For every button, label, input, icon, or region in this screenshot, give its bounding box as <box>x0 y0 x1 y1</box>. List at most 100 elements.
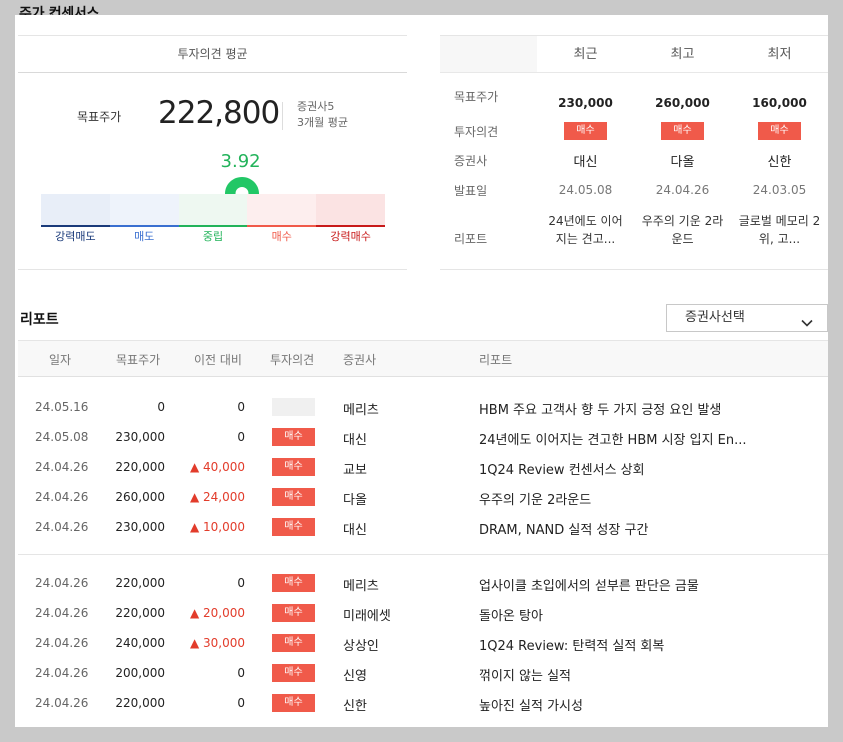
column-low: 최저 <box>731 36 828 73</box>
buy-badge: 매수 <box>272 518 315 536</box>
row-label-date: 발표일 <box>454 184 488 198</box>
scale-label: 매수 <box>271 230 292 243</box>
table-row[interactable]: 24.04.26 240,000 ▲ 30,000 매수 상상인 1Q24 Review:… <box>18 628 828 658</box>
row-broker: 대신 <box>343 433 367 448</box>
table-row[interactable]: 24.04.26 220,000 0 매수 메리츠 업사이클 초입에서의 섣부른 판단은 … <box>18 568 828 598</box>
row-broker: 상상인 <box>343 639 379 654</box>
row-prev-change: ▲ 20,000 <box>189 606 245 620</box>
divider <box>18 269 407 270</box>
row-label-broker: 증권사 <box>454 154 488 168</box>
row-broker: 신한 <box>343 699 367 714</box>
buy-badge: 매수 <box>272 458 315 476</box>
divider <box>282 102 283 130</box>
scale-segment <box>109 194 179 227</box>
low-report-link[interactable]: 글로벌 메모리 2위, 고... <box>731 212 828 248</box>
row-report-link[interactable]: 돌아온 탕아 <box>479 605 543 624</box>
divider <box>18 554 828 555</box>
row-opinion: 매수 <box>272 604 315 622</box>
table-row[interactable]: 24.05.16 0 0 메리츠 HBM 주요 고객사 향 두 가지 긍정 요인 발생 <box>18 392 828 422</box>
high-target-price: 260,000 <box>655 96 710 110</box>
buy-badge: 매수 <box>758 122 801 140</box>
table-row[interactable]: 24.04.26 200,000 0 매수 신영 꺾이지 않는 실적 <box>18 658 828 688</box>
high-opinion: 매수 <box>634 122 731 140</box>
row-broker: 미래에셋 <box>343 609 391 624</box>
low-broker: 신한 <box>767 155 792 170</box>
column-recent: 최근 <box>537 36 634 73</box>
opinion-scale <box>41 194 385 227</box>
high-report-link[interactable]: 우주의 기운 2라운드 <box>634 212 731 248</box>
col-report: 리포트 <box>479 353 513 367</box>
col-date: 일자 <box>49 353 72 367</box>
buy-badge: 매수 <box>661 122 704 140</box>
broker-count: 증권사5 <box>297 100 335 113</box>
row-report-link[interactable]: 1Q24 Review 컨센서스 상회 <box>479 459 645 478</box>
row-broker: 메리츠 <box>343 403 379 418</box>
buy-badge: 매수 <box>272 428 315 446</box>
row-report-link[interactable]: HBM 주요 고객사 향 두 가지 긍정 요인 발생 <box>479 399 721 418</box>
recent-target-price: 230,000 <box>558 96 613 110</box>
row-report-link[interactable]: 꺾이지 않는 실적 <box>479 665 571 684</box>
buy-badge: 매수 <box>272 694 315 712</box>
row-prev-change: 0 <box>237 576 245 590</box>
broker-select[interactable]: 증권사선택 <box>666 304 828 332</box>
row-opinion: 매수 <box>272 458 315 476</box>
col-prev: 이전 대비 <box>194 353 242 367</box>
buy-badge: 매수 <box>272 574 315 592</box>
target-price-meta: 증권사5 3개월 평균 <box>297 99 348 131</box>
table-row[interactable]: 24.04.26 260,000 ▲ 24,000 매수 다올 우주의 기운 2라운드 <box>18 482 828 512</box>
scale-label: 강력매수 <box>330 230 371 243</box>
row-broker: 교보 <box>343 463 367 478</box>
reports-title: 리포트 <box>20 312 59 328</box>
row-prev-change: ▲ 24,000 <box>189 490 245 504</box>
scale-segment <box>247 194 317 227</box>
row-broker: 대신 <box>343 523 367 538</box>
scale-segment <box>41 194 110 227</box>
row-broker: 다올 <box>343 493 367 508</box>
buy-badge: 매수 <box>272 488 315 506</box>
scale-label: 중립 <box>202 230 224 243</box>
table-row[interactable]: 24.04.26 230,000 ▲ 10,000 매수 대신 DRAM, NAND 실적… <box>18 512 828 542</box>
row-prev-change: ▲ 30,000 <box>189 636 245 650</box>
consensus-card: 투자의견 평균 목표주가 222,800 증권사5 3개월 평균 3.92 강력… <box>15 15 828 727</box>
table-row[interactable]: 24.04.26 220,000 0 매수 신한 높아진 실적 가시성 <box>18 688 828 718</box>
recent-broker: 대신 <box>573 155 598 170</box>
row-broker: 신영 <box>343 669 367 684</box>
buy-badge: 매수 <box>272 604 315 622</box>
buy-badge: 매수 <box>272 664 315 682</box>
broker-select-label: 증권사선택 <box>685 310 745 325</box>
row-report-link[interactable]: 높아진 실적 가시성 <box>479 695 583 714</box>
low-target-price: 160,000 <box>752 96 807 110</box>
high-date: 24.04.26 <box>655 183 710 197</box>
scale-label: 매도 <box>134 230 155 243</box>
row-opinion: 매수 <box>272 428 315 446</box>
average-period: 3개월 평균 <box>297 116 348 129</box>
row-prev-change: 0 <box>237 666 245 680</box>
low-date: 24.03.05 <box>752 183 807 197</box>
scale-label: 강력매도 <box>55 230 96 243</box>
row-prev-change: ▲ 40,000 <box>189 460 245 474</box>
row-broker: 메리츠 <box>343 579 379 594</box>
recent-report-link[interactable]: 24년에도 이어지는 견고... <box>537 212 634 248</box>
recent-high-low-panel: 최근 최고 최저 목표주가 투자의견 증권사 발표일 리포트 230,000 매… <box>440 35 828 270</box>
row-opinion: 매수 <box>272 634 315 652</box>
opinion-score: 3.92 <box>220 151 261 172</box>
row-opinion: 매수 <box>272 664 315 682</box>
row-report-link[interactable]: 업사이클 초입에서의 섣부른 판단은 금물 <box>479 575 699 594</box>
header-spacer <box>440 36 537 73</box>
row-opinion: 매수 <box>272 574 315 592</box>
chevron-down-icon <box>801 312 813 338</box>
average-header: 투자의견 평균 <box>18 35 407 73</box>
row-report-link[interactable]: 우주의 기운 2라운드 <box>479 489 591 508</box>
col-opinion: 투자의견 <box>270 353 315 367</box>
row-report-link[interactable]: DRAM, NAND 실적 성장 구간 <box>479 519 648 538</box>
row-label-target: 목표주가 <box>454 90 499 104</box>
table-row[interactable]: 24.05.08 230,000 0 매수 대신 24년에도 이어지는 견고한 HBM 시… <box>18 422 828 452</box>
row-prev-change: 0 <box>237 430 245 444</box>
recent-opinion: 매수 <box>537 122 634 140</box>
table-row[interactable]: 24.04.26 220,000 ▲ 20,000 매수 미래에셋 돌아온 탕아 <box>18 598 828 628</box>
row-report-link[interactable]: 1Q24 Review: 탄력적 실적 회복 <box>479 635 664 654</box>
row-report-link[interactable]: 24년에도 이어지는 견고한 HBM 시장 입지 En... <box>479 429 747 448</box>
low-opinion: 매수 <box>731 122 828 140</box>
scale-segment <box>178 194 248 227</box>
table-row[interactable]: 24.04.26 220,000 ▲ 40,000 매수 교보 1Q24 Review 컨… <box>18 452 828 482</box>
